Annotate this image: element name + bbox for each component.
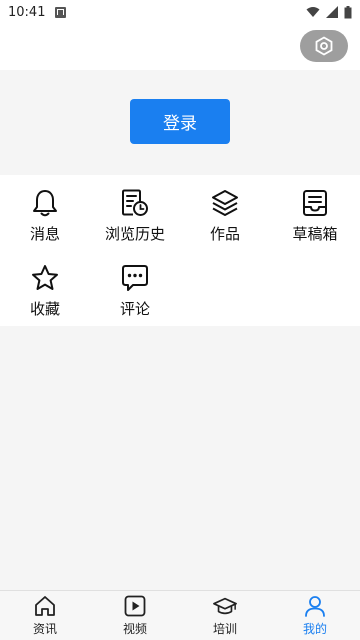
signal-icon: [326, 6, 338, 18]
tab-label: 我的: [302, 622, 327, 636]
menu-item-works[interactable]: 作品: [180, 187, 270, 244]
menu-item-label: 草稿箱: [292, 225, 338, 243]
bottom-tab-bar: 资讯 视频 培训 我的: [0, 590, 360, 640]
login-button[interactable]: 登录: [130, 99, 230, 144]
tab-label: 视频: [122, 622, 147, 636]
layers-icon: [212, 190, 238, 216]
settings-button[interactable]: [300, 30, 348, 62]
tab-label: 培训: [212, 622, 237, 636]
tab-video[interactable]: 视频: [90, 591, 180, 640]
user-icon: [305, 596, 325, 617]
star-icon: [32, 265, 58, 290]
menu-item-history[interactable]: 浏览历史: [90, 187, 180, 244]
menu-item-label: 作品: [209, 225, 240, 243]
bell-icon: [33, 190, 57, 217]
notification-app-icon: [55, 6, 67, 18]
status-time: 10:41: [8, 4, 46, 20]
menu-grid: 消息 浏览历史 作品 草稿箱 收藏 评论: [0, 175, 360, 326]
drafts-icon: [303, 190, 327, 216]
video-icon: [124, 595, 146, 617]
status-indicators: [306, 5, 352, 19]
tab-news[interactable]: 资讯: [0, 591, 90, 640]
menu-item-messages[interactable]: 消息: [0, 187, 90, 244]
comment-icon: [122, 265, 148, 291]
menu-item-label: 浏览历史: [104, 225, 165, 243]
home-icon: [35, 596, 55, 616]
wifi-icon: [306, 7, 320, 17]
tab-label: 资讯: [32, 622, 57, 636]
profile-header: [0, 24, 360, 70]
history-icon: [122, 189, 148, 216]
menu-item-comments[interactable]: 评论: [90, 262, 180, 319]
settings-hex-icon: [315, 36, 333, 56]
menu-item-favorites[interactable]: 收藏: [0, 262, 90, 319]
tab-training[interactable]: 培训: [180, 591, 270, 640]
menu-item-label: 消息: [29, 225, 60, 243]
battery-icon: [344, 5, 352, 18]
tab-mine[interactable]: 我的: [270, 591, 360, 640]
graduation-cap-icon: [213, 597, 237, 615]
menu-item-drafts[interactable]: 草稿箱: [270, 187, 360, 244]
menu-item-label: 评论: [119, 300, 150, 318]
status-bar: 10:41: [0, 0, 360, 24]
login-area: 登录: [0, 70, 360, 174]
menu-item-label: 收藏: [29, 300, 60, 318]
